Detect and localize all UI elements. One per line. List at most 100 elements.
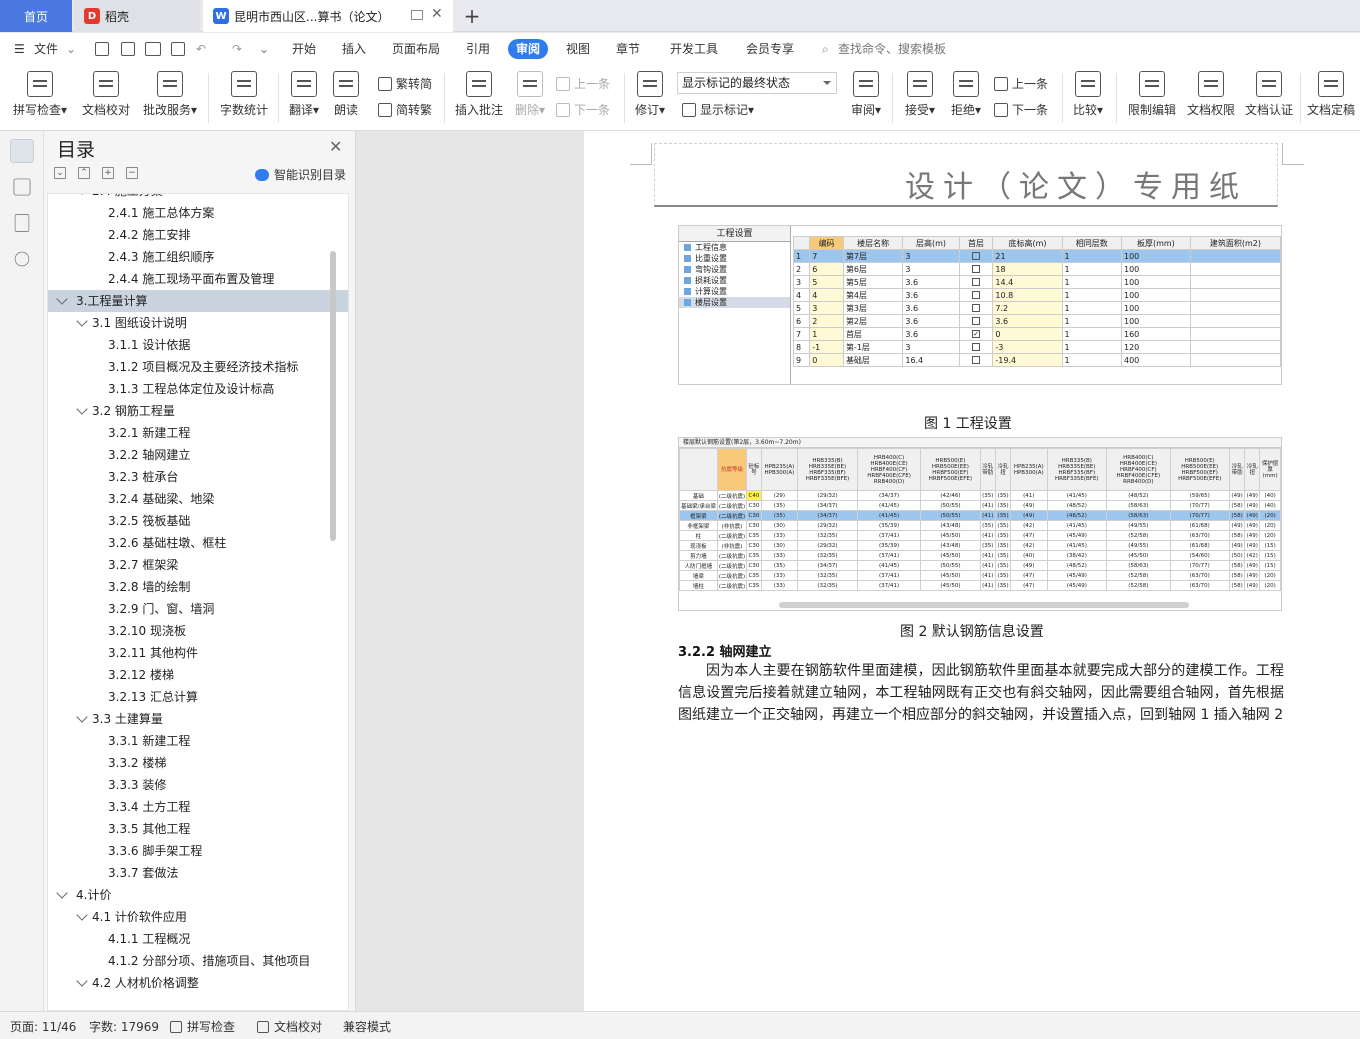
bookmark-icon[interactable] — [14, 214, 30, 232]
tab-document[interactable]: W 昆明市西山区...算书（论文） ✕ — [203, 0, 453, 32]
simp-to-trad-button[interactable]: 简转繁 — [378, 101, 432, 118]
menu-item-review[interactable]: 审阅 — [508, 39, 549, 59]
toc-item[interactable]: 3.1.3 工程总体定位及设计标高 — [48, 378, 348, 400]
new-tab-button[interactable]: + — [460, 0, 484, 32]
accept-button[interactable]: 接受▾ — [900, 71, 940, 118]
search-panel-icon[interactable] — [14, 251, 30, 267]
chevron-down-icon[interactable] — [76, 909, 88, 921]
toc-item[interactable]: 3.2.2 轴网建立 — [48, 444, 348, 466]
show-marks-button[interactable]: 显示标记 ▾ — [682, 101, 754, 118]
print-preview-icon[interactable] — [171, 42, 185, 56]
toc-item[interactable]: 3.3.7 套做法 — [48, 862, 348, 884]
reject-button[interactable]: 拒绝▾ — [946, 71, 986, 118]
toc-item[interactable]: 4.计价 — [48, 884, 348, 906]
prev-comment-button[interactable]: 上一条 — [556, 75, 610, 92]
file-chevron-down-icon[interactable]: ⌄ — [66, 39, 76, 59]
read-aloud-button[interactable]: 朗读 — [330, 71, 362, 118]
review-pane-button[interactable]: 审阅▾ — [846, 71, 886, 118]
toc-item[interactable]: 3.2.5 筏板基础 — [48, 510, 348, 532]
save-icon[interactable] — [95, 42, 109, 56]
toc-item[interactable]: 4.2 人材机价格调整 — [48, 972, 348, 994]
menu-item-chapter[interactable]: 章节 — [616, 39, 640, 59]
toc-item[interactable]: 3.3.2 楼梯 — [48, 752, 348, 774]
translate-button[interactable]: 翻译▾ — [284, 71, 324, 118]
print-icon[interactable] — [145, 42, 161, 56]
toc-item[interactable]: 3.1 图纸设计说明 — [48, 312, 348, 334]
toc-item[interactable]: 3.2.13 汇总计算 — [48, 686, 348, 708]
smart-toc-button[interactable]: 智能识别目录 — [255, 166, 346, 183]
doc-finalize-button[interactable]: 文档定稿 — [1304, 71, 1358, 118]
collapse-all-icon[interactable]: ⌃ — [78, 167, 90, 179]
chevron-down-icon[interactable] — [76, 403, 88, 415]
menu-file[interactable]: 文件 — [34, 39, 58, 59]
toc-item[interactable]: 3.2.8 墙的绘制 — [48, 576, 348, 598]
toc-item[interactable]: 3.3.1 新建工程 — [48, 730, 348, 752]
menu-item-start[interactable]: 开始 — [292, 39, 316, 59]
batch-service-button[interactable]: 批改服务▾ — [140, 71, 200, 118]
tab-home[interactable]: 首页 — [0, 0, 72, 32]
doc-certify-button[interactable]: 文档认证 — [1242, 71, 1296, 118]
chevron-down-icon[interactable] — [76, 315, 88, 327]
menu-item-view[interactable]: 视图 — [566, 39, 590, 59]
menu-item-insert[interactable]: 插入 — [342, 39, 366, 59]
spell-check-button[interactable]: 拼写检查▾ — [10, 71, 70, 118]
menu-item-member[interactable]: 会员专享 — [746, 39, 794, 59]
quick-access-more-icon[interactable]: ⌄ — [259, 39, 269, 59]
toc-item[interactable]: 2.4.3 施工组织顺序 — [48, 246, 348, 268]
status-doc-proof[interactable]: 文档校对 — [257, 1018, 322, 1035]
toc-item[interactable]: 3.3.6 脚手架工程 — [48, 840, 348, 862]
next-comment-button[interactable]: 下一条 — [556, 101, 610, 118]
doc-proof-button[interactable]: 文档校对 — [78, 71, 134, 118]
chevron-down-icon[interactable] — [56, 293, 68, 305]
command-search-input[interactable]: 查找命令、搜索模板 — [838, 39, 946, 59]
toc-item[interactable]: 3.2.1 新建工程 — [48, 422, 348, 444]
toc-item[interactable]: 4.1.2 分部分项、措施项目、其他项目 — [48, 950, 348, 972]
export-pdf-icon[interactable] — [121, 42, 135, 56]
toc-item[interactable]: 3.2.3 桩承台 — [48, 466, 348, 488]
toc-item[interactable]: 2.4.2 施工安排 — [48, 224, 348, 246]
add-heading-icon[interactable]: + — [102, 167, 114, 179]
toc-panel-icon[interactable] — [10, 139, 34, 163]
compare-button[interactable]: 比较▾ — [1068, 71, 1108, 118]
close-tab-icon[interactable]: ✕ — [431, 6, 443, 22]
status-spell-check[interactable]: 拼写检查 — [170, 1018, 235, 1035]
undo-icon[interactable]: ↶ — [196, 39, 206, 59]
menu-item-reference[interactable]: 引用 — [466, 39, 490, 59]
toc-item[interactable]: 3.3 土建算量 — [48, 708, 348, 730]
insert-comment-button[interactable]: 插入批注 — [452, 71, 506, 118]
delete-comment-button[interactable]: 删除▾ — [510, 71, 550, 118]
chevron-down-icon[interactable] — [76, 711, 88, 723]
toc-item[interactable]: 3.3.4 土方工程 — [48, 796, 348, 818]
menu-item-layout[interactable]: 页面布局 — [392, 39, 440, 59]
redo-icon[interactable]: ↷ — [232, 39, 242, 59]
word-count-button[interactable]: 字数统计 — [216, 71, 272, 118]
close-icon[interactable]: ✕ — [329, 137, 342, 156]
toc-item[interactable]: 3.2.9 门、窗、墙洞 — [48, 598, 348, 620]
remove-heading-icon[interactable]: − — [126, 167, 138, 179]
chapter-nav-icon[interactable] — [13, 178, 31, 196]
menu-item-developer[interactable]: 开发工具 — [670, 39, 718, 59]
toc-item[interactable]: 4.1 计价软件应用 — [48, 906, 348, 928]
toc-item[interactable]: 2.4.1 施工总体方案 — [48, 202, 348, 224]
chevron-down-icon[interactable] — [56, 887, 68, 899]
revise-button[interactable]: 修订▾ — [630, 71, 670, 118]
expand-all-icon[interactable]: ⌄ — [54, 167, 66, 179]
toc-item[interactable]: 3.1.1 设计依据 — [48, 334, 348, 356]
toc-item[interactable]: 3.2.11 其他构件 — [48, 642, 348, 664]
float-window-icon[interactable] — [411, 10, 423, 20]
restrict-edit-button[interactable]: 限制编辑 — [1124, 71, 1180, 118]
document-page[interactable]: 设计（论文）专用纸 工程设置 工程信息 比重设置 弯钩设置 损耗设置 计算设置 楼层设置 … — [584, 131, 1360, 1011]
toc-item[interactable]: 3.2.6 基础柱墩、框柱 — [48, 532, 348, 554]
next-change-button[interactable]: 下一条 — [994, 101, 1048, 118]
search-icon[interactable]: ⌕ — [822, 39, 829, 59]
toc-item[interactable]: 4.1.1 工程概况 — [48, 928, 348, 950]
toc-item[interactable]: 3.3.3 装修 — [48, 774, 348, 796]
toc-item[interactable]: 3.2.10 现浇板 — [48, 620, 348, 642]
toc-item[interactable]: 3.1.2 项目概况及主要经济技术指标 — [48, 356, 348, 378]
trad-to-simp-button[interactable]: 繁转简 — [378, 75, 432, 92]
toc-item[interactable]: 3.3.5 其他工程 — [48, 818, 348, 840]
tab-daoke[interactable]: D 稻壳 — [74, 0, 200, 32]
page-indicator[interactable]: 页面: 11/46 — [10, 1018, 76, 1035]
toc-scrollbar[interactable] — [330, 251, 336, 541]
toc-item[interactable]: 3.2 钢筋工程量 — [48, 400, 348, 422]
